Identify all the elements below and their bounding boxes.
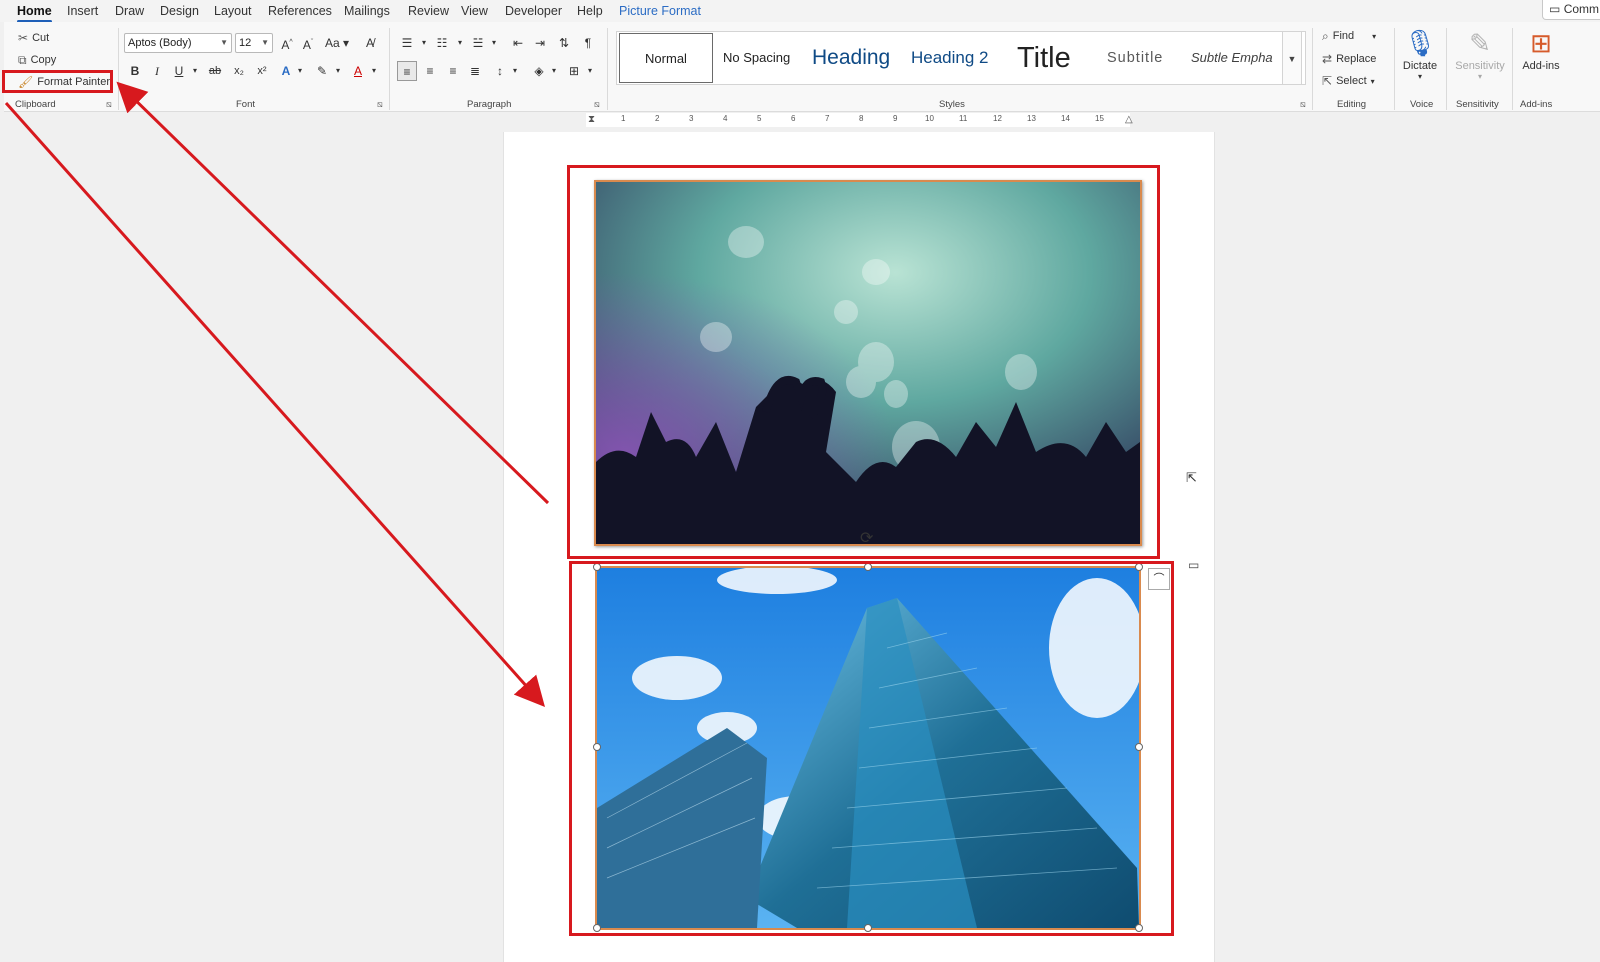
arrow-to-target-image bbox=[4, 102, 545, 707]
annotation-arrows bbox=[4, 81, 550, 707]
arrow-to-format-painter bbox=[116, 81, 550, 505]
